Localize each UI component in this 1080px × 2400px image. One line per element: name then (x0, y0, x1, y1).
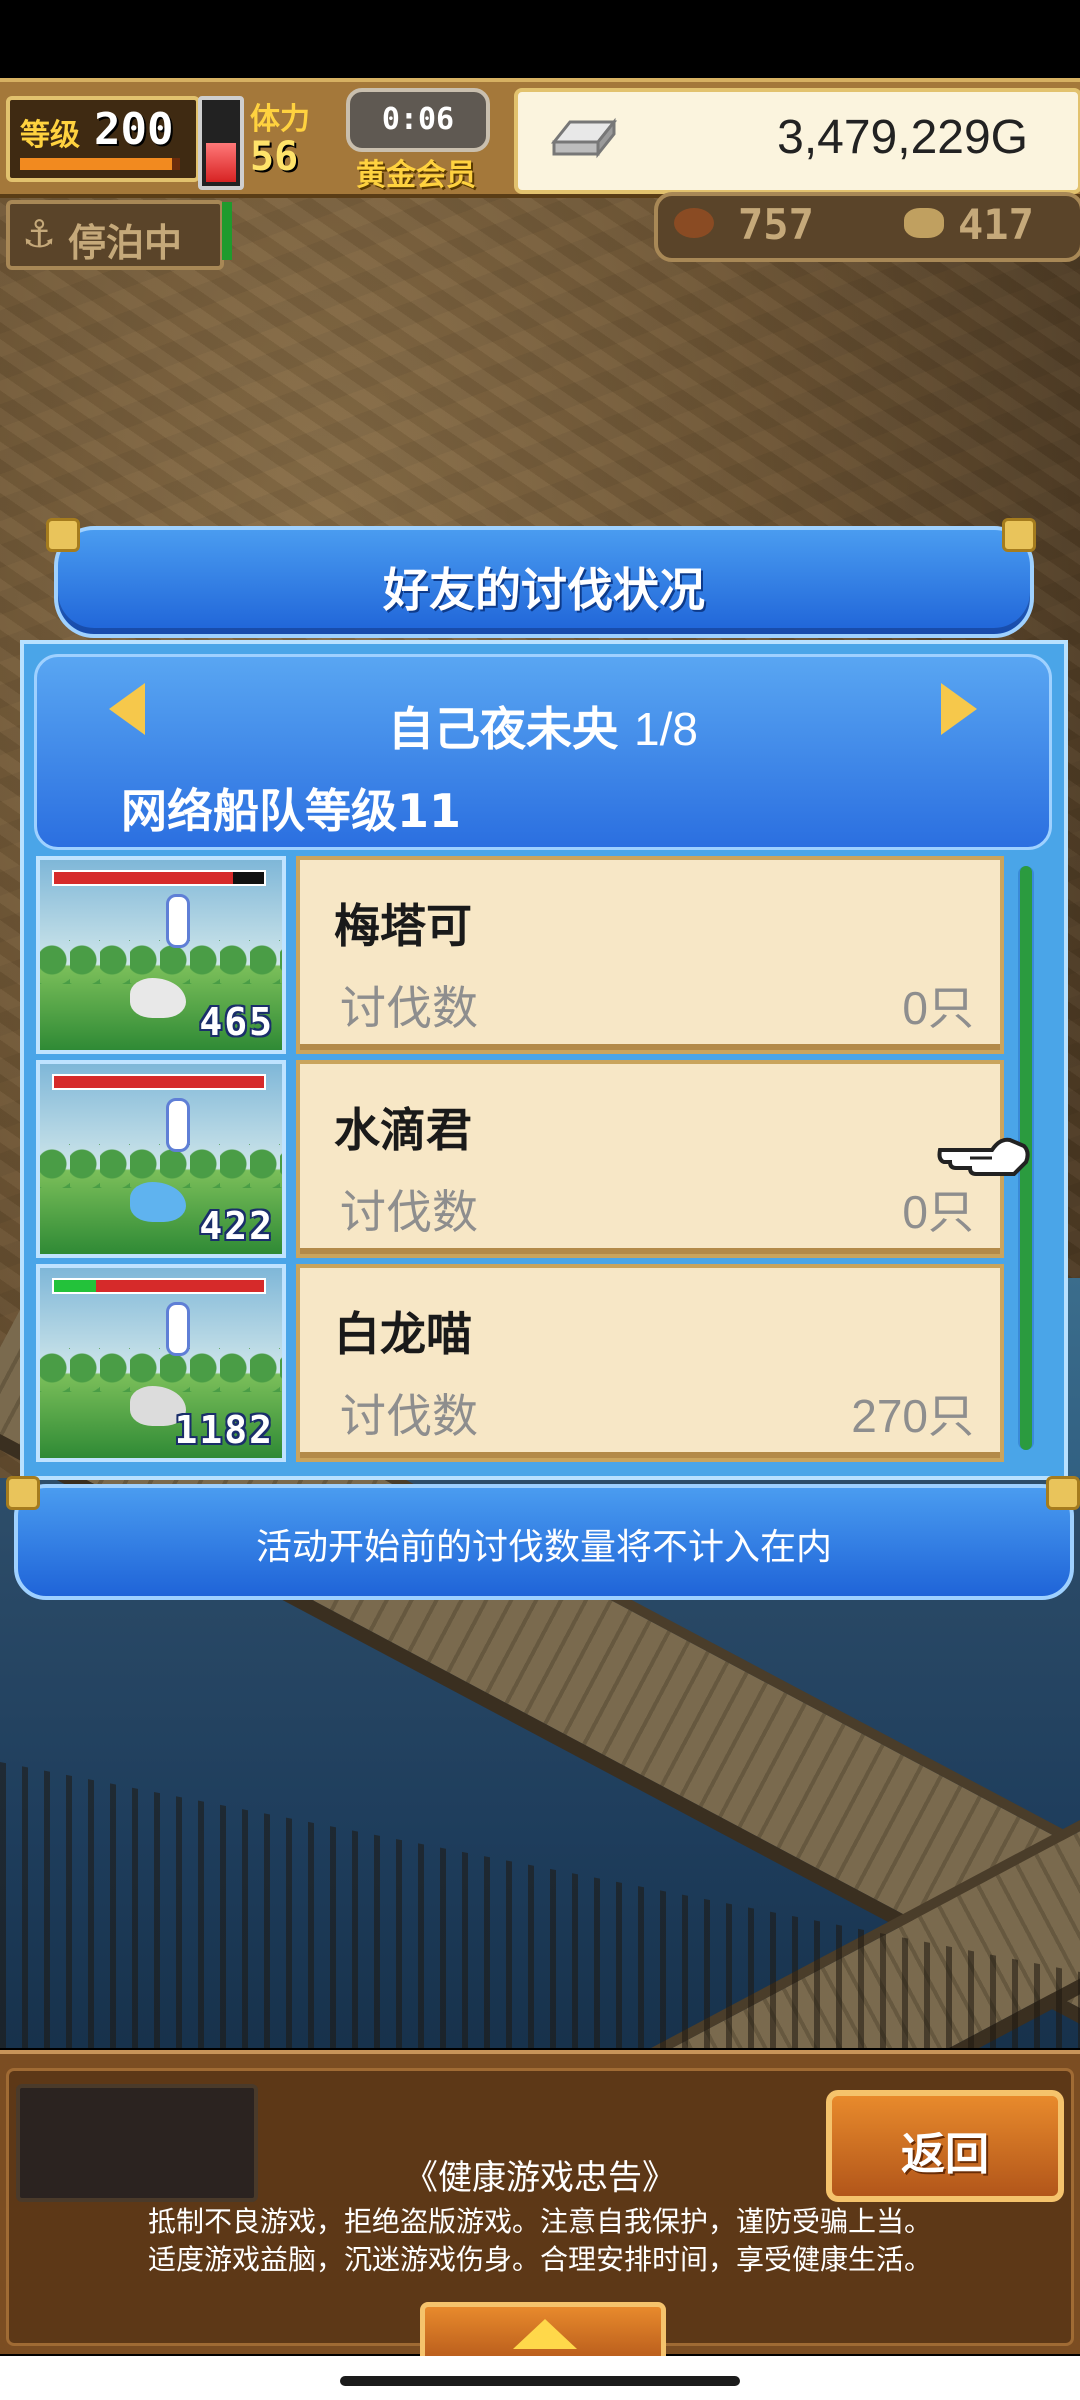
list-item[interactable]: 422 水滴君 讨伐数 0只 (34, 1060, 1014, 1258)
monster-card[interactable]: 梅塔可 讨伐数 0只 (296, 856, 1004, 1054)
exclamation-icon (166, 1098, 190, 1152)
corner-ornament (1002, 518, 1036, 552)
monster-number: 1182 (174, 1408, 274, 1452)
monster-card[interactable]: 白龙喵 讨伐数 270只 (296, 1264, 1004, 1462)
monster-hp-bar (52, 1074, 266, 1090)
friend-page-indicator: 1/8 (634, 703, 698, 755)
bottom-bar: 返回 《健康游戏忠告》 抵制不良游戏，拒绝盗版游戏。注意自我保护，谨防受骗上当。… (0, 2050, 1080, 2372)
monster-hp-fill (54, 872, 233, 884)
kill-count-value: 0只 (902, 982, 974, 1034)
friend-header: 自己夜未央 1/8 网络船队等级11 (34, 654, 1052, 850)
monster-hp-bar (52, 870, 266, 886)
monster-name: 梅塔可 (334, 899, 472, 953)
friend-hunt-panel: 自己夜未央 1/8 网络船队等级11 465 梅塔可 讨伐数 0只 422 水滴… (20, 640, 1068, 1480)
stamina-value: 56 (250, 134, 299, 180)
monster-name: 水滴君 (334, 1103, 472, 1157)
silver-bar-icon (550, 117, 618, 159)
level-progress-fill (20, 158, 172, 170)
notice-banner: 活动开始前的讨伐数量将不计入在内 (14, 1484, 1074, 1600)
health-advisory-title: 《健康游戏忠告》 (404, 2158, 676, 2198)
moored-label: 停泊中 (68, 221, 183, 265)
kill-count-label: 讨伐数 (340, 981, 478, 1035)
dialog-title-banner: 好友的讨伐状况 (54, 526, 1034, 638)
exclamation-icon (166, 1302, 190, 1356)
fleet-level: 网络船队等级11 (121, 784, 462, 838)
vip-label[interactable]: 黄金会员 (356, 150, 476, 194)
top-hud: 等级 200 体力 56 0:06 黄金会员 3,479,229G (0, 78, 1080, 198)
food-value: 757 (738, 200, 814, 249)
kill-count-value: 0只 (902, 1186, 974, 1238)
moored-status[interactable]: ⚓ 停泊中 (6, 200, 224, 270)
monster-name: 白龙喵 (334, 1307, 472, 1361)
monster-thumbnail: 422 (36, 1060, 286, 1258)
gold-panel[interactable]: 3,479,229G (514, 88, 1080, 194)
kill-count-label: 讨伐数 (340, 1389, 478, 1443)
corner-ornament (6, 1476, 40, 1510)
thumbnail-trees (40, 1144, 282, 1188)
thumbnail-trees (40, 940, 282, 984)
list-item[interactable]: 1182 白龙喵 讨伐数 270只 (34, 1264, 1014, 1462)
dialog-title: 好友的讨伐状况 (383, 563, 705, 617)
monster-hp-fill (54, 1280, 264, 1292)
anchor-icon: ⚓ (22, 212, 57, 256)
monster-thumbnail: 465 (36, 856, 286, 1054)
corner-ornament (46, 518, 80, 552)
gold-value: 3,479,229G (777, 111, 1028, 164)
exclamation-icon (166, 894, 190, 948)
notice-text: 活动开始前的讨伐数量将不计入在内 (255, 1527, 832, 1568)
thumbnail-trees (40, 1348, 282, 1392)
monster-hp-fill (54, 1076, 264, 1088)
friend-name: 自己夜未央 (388, 702, 619, 756)
monster-hp-bar (52, 1278, 266, 1294)
pointing-hand-icon (937, 1137, 1030, 1176)
stamina-label: 体力 (250, 102, 310, 137)
arrow-up-icon (513, 2319, 577, 2349)
resource-panel[interactable]: 757 417 (654, 192, 1080, 262)
medal-value: 417 (958, 200, 1034, 249)
level-progress-bar (20, 158, 180, 170)
stamina-gauge-fill (206, 142, 236, 182)
kill-count-value: 270只 (851, 1390, 974, 1442)
friend-name-line: 自己夜未央 1/8 (37, 693, 1049, 759)
health-advisory-line-2: 适度游戏益脑，沉迷游戏伤身。合理安排时间，享受健康生活。 (147, 2243, 932, 2276)
level-value: 200 (94, 104, 174, 155)
monster-number: 422 (199, 1204, 274, 1248)
medal-icon (904, 208, 944, 238)
monster-thumbnail: 1182 (36, 1264, 286, 1462)
monster-list[interactable]: 465 梅塔可 讨伐数 0只 422 水滴君 讨伐数 0只 1182 白龙喵 讨… (34, 856, 1034, 1466)
food-icon (674, 208, 714, 238)
kill-count-label: 讨伐数 (340, 1185, 478, 1239)
monster-card[interactable]: 水滴君 讨伐数 0只 (296, 1060, 1004, 1258)
health-advisory-line-1: 抵制不良游戏，拒绝盗版游戏。注意自我保护，谨防受骗上当。 (147, 2205, 932, 2238)
stamina-panel[interactable]: 体力 56 (244, 92, 336, 184)
moored-indicator (222, 202, 232, 260)
stamina-gauge (198, 96, 244, 190)
monster-number: 465 (199, 1000, 274, 1044)
home-indicator[interactable] (340, 2376, 740, 2386)
timer: 0:06 (346, 88, 490, 152)
list-item[interactable]: 465 梅塔可 讨伐数 0只 (34, 856, 1014, 1054)
level-label: 等级 (20, 118, 80, 153)
corner-ornament (1046, 1476, 1080, 1510)
level-panel[interactable]: 等级 200 (6, 96, 200, 182)
